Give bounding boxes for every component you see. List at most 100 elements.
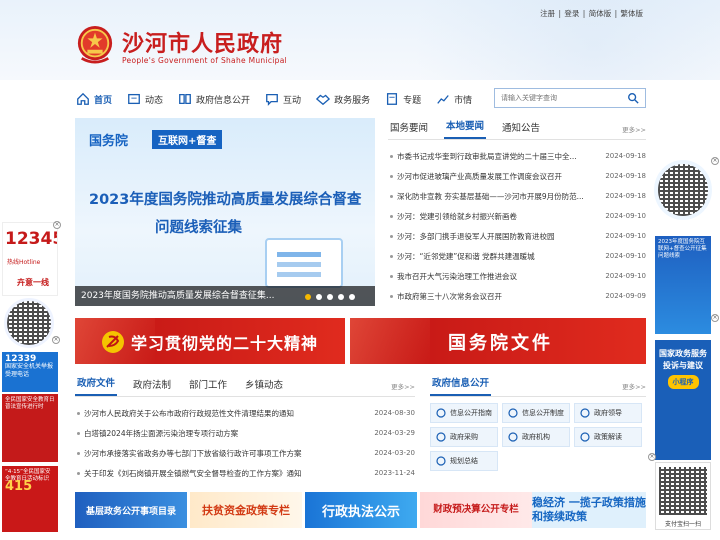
news-date: 2024-09-10: [605, 252, 646, 260]
info-button[interactable]: 政策解读: [574, 427, 642, 447]
info-button[interactable]: 政府领导: [574, 403, 642, 423]
more-link[interactable]: 更多>>: [622, 124, 646, 134]
safety-education-ad[interactable]: 全民国家安全教育日普法宣传进行时: [2, 394, 58, 462]
search-input[interactable]: [495, 89, 621, 107]
national-emblem-icon: [77, 26, 113, 64]
news-title: 市委书记戎华奎到行政审批局宣讲党的二十届三中全...: [388, 151, 600, 162]
tab-legal[interactable]: 政府法制: [131, 377, 173, 396]
news-item[interactable]: 沙河：多部门携手退役军人开展国防教育进校园 2024-09-10: [388, 226, 646, 246]
info-button[interactable]: 信息公开制度: [502, 403, 570, 423]
tab-department[interactable]: 部门工作: [187, 377, 229, 396]
doc-item[interactable]: 白塔镇2024年扬尘面源污染治理专项行动方案 2024-03-29: [75, 423, 415, 443]
info-button-label: 政策解读: [594, 433, 622, 441]
news-item[interactable]: 市政府第三十八次常务会议召开 2024-09-09: [388, 286, 646, 306]
doc-item[interactable]: 关于印发《刘石岗镇开展全镇燃气安全督导检查的工作方案》通知 2023-11-24: [75, 463, 415, 483]
news-item[interactable]: 沙河市促进玻璃产业高质量发展工作调度会议召开 2024-09-18: [388, 166, 646, 186]
carousel-dot[interactable]: [305, 294, 311, 300]
close-icon[interactable]: ×: [648, 453, 656, 461]
document-icon: [436, 456, 446, 466]
close-icon[interactable]: ×: [53, 221, 61, 229]
tab-state-news[interactable]: 国务要闻: [388, 120, 430, 139]
handshake-icon: [316, 94, 331, 106]
simplified-link[interactable]: 简体版: [589, 9, 612, 18]
docs-panel: 政府文件 政府法制 部门工作 乡镇动态 更多>> 沙河市人民政府关于公布市政府行…: [75, 375, 415, 485]
news-item[interactable]: 沙河：党建引领给就乡村振兴新画卷 2024-09-10: [388, 206, 646, 226]
news-date: 2024-09-18: [605, 192, 646, 200]
bottom-banner-budget[interactable]: 财政预决算公开专栏: [420, 492, 532, 528]
home-icon: [77, 92, 89, 105]
alipay-ad[interactable]: 支付宝扫一扫: [655, 462, 711, 530]
doc-date: 2024-08-30: [374, 409, 415, 417]
bottom-banner-poverty[interactable]: 扶贫资金政策专栏: [190, 492, 302, 528]
nav-services[interactable]: 政务服务: [316, 92, 370, 106]
news-title: 沙河：“近邻党建”促和谐 党群共建温暖城: [388, 251, 600, 262]
news-item[interactable]: 我市召开大气污染治理工作推进会议 2024-09-10: [388, 266, 646, 286]
info-button[interactable]: 政府采购: [430, 427, 498, 447]
carousel-dot[interactable]: [349, 294, 355, 300]
info-button-label: 政府领导: [594, 409, 622, 417]
more-link[interactable]: 更多>>: [391, 381, 415, 391]
docs-list: 沙河市人民政府关于公布市政府行政规范性文件清理结果的通知 2024-08-30 白塔…: [75, 403, 415, 483]
party-banner[interactable]: 学习贯彻党的二十大精神: [75, 318, 345, 364]
document-icon: [436, 408, 446, 418]
info-title[interactable]: 政府信息公开: [430, 375, 492, 396]
qr-code: [659, 467, 707, 515]
nav-info-open[interactable]: 政府信息公开: [178, 92, 250, 106]
nav-news[interactable]: 动态: [127, 92, 163, 106]
login-link[interactable]: 登录: [564, 9, 579, 18]
news-date: 2024-09-10: [605, 212, 646, 220]
news-title: 我市召开大气污染治理工作推进会议: [388, 271, 600, 282]
nav-city[interactable]: 市情: [436, 92, 472, 106]
bottom-banner-economy[interactable]: 稳经济 一揽子政策措施 和接续政策: [532, 492, 646, 528]
carousel-dot[interactable]: [338, 294, 344, 300]
news-item[interactable]: 沙河：“近邻党建”促和谐 党群共建温暖城 2024-09-10: [388, 246, 646, 266]
search-icon[interactable]: [627, 92, 639, 104]
nav-topics[interactable]: 专题: [385, 92, 421, 106]
info-grid: 信息公开指南 信息公开制度 政府领导政府采购 政府机构 政策解读规划总结: [430, 403, 646, 471]
info-button-label: 政府采购: [450, 433, 478, 441]
news-item[interactable]: 市委书记戎华奎到行政审批局宣讲党的二十届三中全... 2024-09-18: [388, 146, 646, 166]
banner-tag-secondary: 互联网+督查: [152, 130, 223, 149]
close-icon[interactable]: ×: [711, 314, 719, 322]
carousel-banner[interactable]: 国务院 互联网+督查 2023年度国务院推动高质量发展综合督查 问题线索征集 2…: [75, 118, 375, 306]
carousel-dots: [300, 294, 355, 300]
info-button[interactable]: 信息公开指南: [430, 403, 498, 423]
info-panel: 政府信息公开 更多>> 信息公开指南 信息公开制度 政府领导政府采购 政府机构 政策解读…: [430, 375, 646, 485]
more-link[interactable]: 更多>>: [622, 381, 646, 391]
tab-local-news[interactable]: 本地要闻: [444, 118, 487, 139]
info-button[interactable]: 政府机构: [502, 427, 570, 447]
bottom-banner-enforcement[interactable]: 行政执法公示: [305, 492, 417, 528]
nav-interact[interactable]: 互动: [265, 92, 301, 106]
security-day-ad[interactable]: “4·15”全民国家安全教育日活动标识 415: [2, 466, 58, 532]
traditional-link[interactable]: 繁体版: [621, 9, 644, 18]
chart-icon: [437, 95, 449, 104]
complaint-miniprogram-ad[interactable]: 国家政务服务 投诉与建议 小程序: [655, 340, 711, 460]
tab-township[interactable]: 乡镇动态: [243, 377, 285, 396]
info-button[interactable]: 规划总结: [430, 451, 498, 471]
close-icon[interactable]: ×: [711, 157, 719, 165]
doc-item[interactable]: 沙河市人民政府关于公布市政府行政规范性文件清理结果的通知 2024-08-30: [75, 403, 415, 423]
state-council-banner[interactable]: 国务院文件: [350, 318, 646, 364]
news-title: 沙河：多部门携手退役军人开展国防教育进校园: [388, 231, 600, 242]
tab-notices[interactable]: 通知公告: [500, 120, 542, 139]
hotline-ad[interactable]: 12345 热线Hotline 卉意一线: [2, 222, 58, 296]
tab-gov-docs[interactable]: 政府文件: [75, 375, 118, 396]
doc-title: 白塔镇2024年扬尘面源污染治理专项行动方案: [75, 428, 365, 439]
site-title: 沙河市人民政府: [122, 31, 284, 57]
document-icon: [580, 408, 590, 418]
doc-date: 2024-03-29: [374, 429, 415, 437]
close-icon[interactable]: ×: [52, 336, 60, 344]
news-item[interactable]: 深化防非宣教 夯实基层基础——沙河市开展9月份防范... 2024-09-18: [388, 186, 646, 206]
info-button-label: 信息公开制度: [522, 409, 564, 417]
carousel-dot[interactable]: [327, 294, 333, 300]
register-link[interactable]: 注册: [540, 9, 555, 18]
supervision-ad[interactable]: 2023年度国务院互联网+督查公开征集问题线索: [655, 236, 711, 334]
carousel-dot[interactable]: [316, 294, 322, 300]
police-report-ad[interactable]: 12339 国家安全机关举报受理电话: [2, 352, 58, 392]
document-illustration: [265, 238, 343, 288]
doc-date: 2024-03-20: [374, 449, 415, 457]
nav-home[interactable]: 首页: [76, 92, 112, 106]
top-links: 注册 | 登录 | 简体版 | 繁体版: [540, 9, 644, 18]
bottom-banner-catalog[interactable]: 基层政务公开事项目录: [75, 492, 187, 528]
doc-item[interactable]: 沙河市承接落实省政务办等七部门下放省级行政许可事项工作方案 2024-03-20: [75, 443, 415, 463]
